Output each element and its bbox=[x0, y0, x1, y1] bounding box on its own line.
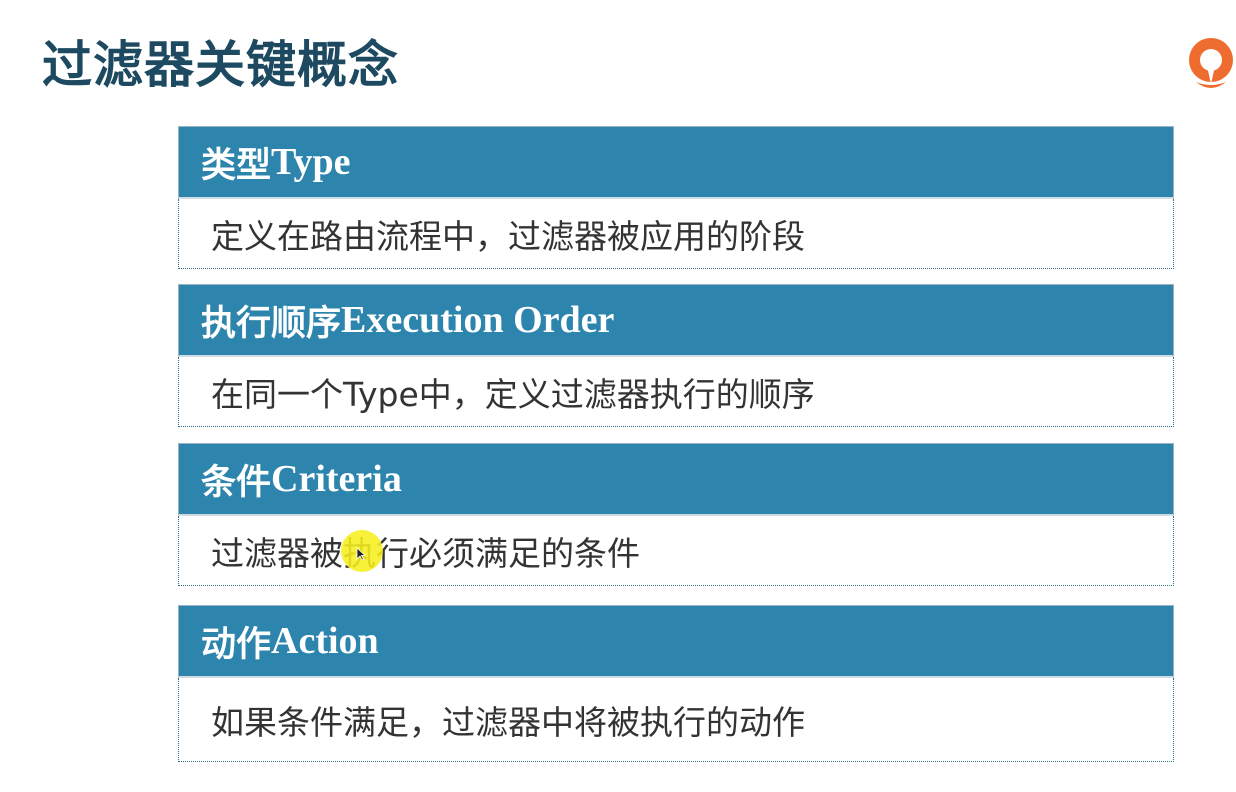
section-type: 类型 Type 定义在路由流程中，过滤器被应用的阶段 bbox=[178, 126, 1174, 269]
section-criteria-description: 过滤器被执行必须满足的条件 bbox=[211, 533, 640, 573]
section-execution-order-header: 执行顺序 Execution Order bbox=[178, 284, 1174, 357]
section-type-title-zh: 类型 bbox=[201, 145, 272, 186]
section-action-header: 动作 Action bbox=[178, 605, 1174, 678]
section-criteria-header: 条件 Criteria bbox=[178, 443, 1174, 516]
section-action-description: 如果条件满足，过滤器中将被执行的动作 bbox=[211, 702, 805, 742]
section-execution-order-body: 在同一个Type中，定义过滤器执行的顺序 bbox=[178, 357, 1174, 427]
section-criteria: 条件 Criteria 过滤器被执行必须满足的条件 bbox=[178, 443, 1174, 586]
section-type-header: 类型 Type bbox=[178, 126, 1174, 199]
section-execution-order-title-zh: 执行顺序 bbox=[201, 303, 342, 344]
mouse-cursor-icon bbox=[356, 547, 366, 561]
section-action-body: 如果条件满足，过滤器中将被执行的动作 bbox=[178, 678, 1174, 762]
section-action-title-en: Action bbox=[271, 620, 379, 662]
section-execution-order-description: 在同一个Type中，定义过滤器执行的顺序 bbox=[211, 374, 815, 414]
slide-title: 过滤器关键概念 bbox=[42, 36, 399, 94]
section-type-description: 定义在路由流程中，过滤器被应用的阶段 bbox=[211, 216, 805, 256]
section-criteria-title-zh: 条件 bbox=[201, 462, 272, 503]
section-execution-order: 执行顺序 Execution Order 在同一个Type中，定义过滤器执行的顺序 bbox=[178, 284, 1174, 427]
section-action-title-zh: 动作 bbox=[201, 624, 272, 665]
section-execution-order-title-en: Execution Order bbox=[341, 299, 615, 341]
section-type-title-en: Type bbox=[271, 141, 351, 183]
brand-logo-icon bbox=[1189, 38, 1233, 88]
section-criteria-title-en: Criteria bbox=[271, 458, 402, 500]
section-criteria-body: 过滤器被执行必须满足的条件 bbox=[178, 516, 1174, 586]
section-action: 动作 Action 如果条件满足，过滤器中将被执行的动作 bbox=[178, 605, 1174, 762]
section-type-body: 定义在路由流程中，过滤器被应用的阶段 bbox=[178, 199, 1174, 269]
